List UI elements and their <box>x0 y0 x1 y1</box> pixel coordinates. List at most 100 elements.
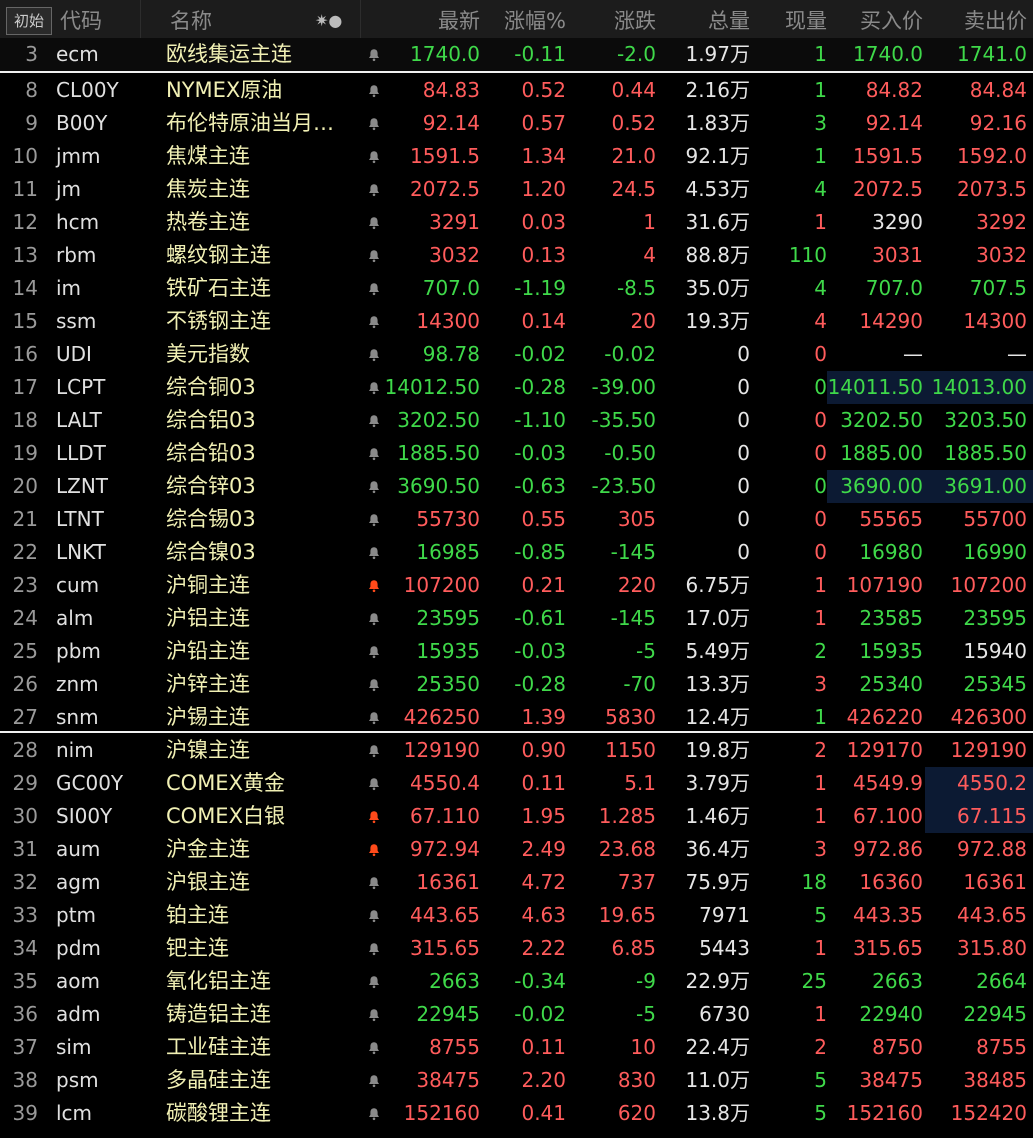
cell-last: 2072.5 <box>410 177 480 201</box>
table-row[interactable]: 26 znm 沪锌主连 25350 -0.28 -70 13.3万 3 25340 25345 <box>0 668 1033 701</box>
bell-icon[interactable] <box>366 866 382 899</box>
table-row[interactable]: 13 rbm 螺纹钢主连 3032 0.13 4 88.8万 110 3031 3032 <box>0 239 1033 272</box>
cell-vol: 3.79万 <box>685 771 750 795</box>
bell-icon[interactable] <box>366 437 382 470</box>
table-row[interactable]: 22 LNKT 综合镍03 16985 -0.85 -145 0 0 16980 16990 <box>0 536 1033 569</box>
col-header-last[interactable]: 最新 <box>380 0 480 40</box>
cell-name: 氧化铝主连 <box>166 969 271 993</box>
table-row[interactable]: 30 SI00Y COMEX白银 67.110 1.95 1.285 1.46万 1 67.10… <box>0 800 1033 833</box>
cell-idx: 23 <box>12 573 38 597</box>
bell-icon[interactable] <box>366 239 382 272</box>
table-row[interactable]: 24 alm 沪铝主连 23595 -0.61 -145 17.0万 1 23585 23595 <box>0 602 1033 635</box>
bell-icon[interactable] <box>366 536 382 569</box>
bell-icon[interactable] <box>366 734 382 767</box>
table-row[interactable]: 39 lcm 碳酸锂主连 152160 0.41 620 13.8万 5 152160 15242… <box>0 1097 1033 1130</box>
table-row[interactable]: 21 LTNT 综合锡03 55730 0.55 305 0 0 55565 55700 <box>0 503 1033 536</box>
cell-ask: 22945 <box>963 1002 1027 1026</box>
col-header-flag[interactable]: ✷● <box>315 0 342 40</box>
col-header-vol[interactable]: 总量 <box>656 0 750 40</box>
bell-icon[interactable] <box>366 602 382 635</box>
bell-icon[interactable] <box>366 701 382 734</box>
bell-icon[interactable] <box>366 965 382 998</box>
init-button[interactable]: 初始 <box>6 7 52 35</box>
cell-code: lcm <box>56 1101 93 1125</box>
bell-icon[interactable] <box>366 338 382 371</box>
cell-code: B00Y <box>56 111 108 135</box>
alert-bell-icon[interactable] <box>366 833 382 866</box>
bell-icon[interactable] <box>366 404 382 437</box>
bell-icon[interactable] <box>366 1031 382 1064</box>
table-row[interactable]: 15 ssm 不锈钢主连 14300 0.14 20 19.3万 4 14290 14300 <box>0 305 1033 338</box>
cell-idx: 11 <box>12 177 38 201</box>
bell-icon[interactable] <box>366 38 382 71</box>
table-row[interactable]: 37 sim 工业硅主连 8755 0.11 10 22.4万 2 8750 8755 <box>0 1031 1033 1064</box>
col-header-bid[interactable]: 买入价 <box>827 0 923 40</box>
table-row[interactable]: 20 LZNT 综合锌03 3690.50 -0.63 -23.50 0 0 3690.00 36… <box>0 470 1033 503</box>
bell-icon[interactable] <box>366 140 382 173</box>
alert-bell-icon[interactable] <box>366 569 382 602</box>
bell-icon[interactable] <box>366 998 382 1031</box>
cell-idx: 20 <box>12 474 38 498</box>
table-row[interactable]: 19 LLDT 综合铅03 1885.50 -0.03 -0.50 0 0 1885.00 188… <box>0 437 1033 470</box>
table-row[interactable]: 38 psm 多晶硅主连 38475 2.20 830 11.0万 5 38475 38485 <box>0 1064 1033 1097</box>
alert-bell-icon[interactable] <box>366 800 382 833</box>
column-divider[interactable] <box>140 0 141 40</box>
col-header-chg[interactable]: 涨跌 <box>566 0 656 40</box>
col-header-ask[interactable]: 卖出价 <box>923 0 1027 40</box>
table-row[interactable]: 17 LCPT 综合铜03 14012.50 -0.28 -39.00 0 0 14011.50… <box>0 371 1033 404</box>
bell-icon[interactable] <box>366 305 382 338</box>
table-row[interactable]: 25 pbm 沪铅主连 15935 -0.03 -5 5.49万 2 15935 15940 <box>0 635 1033 668</box>
table-row[interactable]: 33 ptm 铂主连 443.65 4.63 19.65 7971 5 443.35 443.65 <box>0 899 1033 932</box>
cell-ask: 426300 <box>950 705 1027 729</box>
table-row[interactable]: 10 jmm 焦煤主连 1591.5 1.34 21.0 92.1万 1 1591.5 1592.… <box>0 140 1033 173</box>
column-divider[interactable] <box>360 0 361 40</box>
table-row[interactable]: 28 nim 沪镍主连 129190 0.90 1150 19.8万 2 129170 12919… <box>0 734 1033 767</box>
table-row[interactable]: 29 GC00Y COMEX黄金 4550.4 0.11 5.1 3.79万 1 4549.9 4… <box>0 767 1033 800</box>
cell-bid: 4549.9 <box>853 771 923 795</box>
cell-ask: 3691.00 <box>944 474 1027 498</box>
bell-icon[interactable] <box>366 767 382 800</box>
table-row[interactable]: 23 cum 沪铜主连 107200 0.21 220 6.75万 1 107190 107200 <box>0 569 1033 602</box>
bell-icon[interactable] <box>366 206 382 239</box>
cell-ask: 3203.50 <box>944 408 1027 432</box>
bell-icon[interactable] <box>366 635 382 668</box>
col-header-curvol[interactable]: 现量 <box>750 0 827 40</box>
cell-code: pdm <box>56 936 101 960</box>
cell-idx: 10 <box>12 144 38 168</box>
table-row[interactable]: 32 agm 沪银主连 16361 4.72 737 75.9万 18 16360 16361 <box>0 866 1033 899</box>
table-row[interactable]: 16 UDI 美元指数 98.78 -0.02 -0.02 0 0 — — <box>0 338 1033 371</box>
col-header-code[interactable]: 代码 <box>60 0 102 40</box>
bell-icon[interactable] <box>366 173 382 206</box>
table-row[interactable]: 9 B00Y 布伦特原油当月… 92.14 0.57 0.52 1.83万 3 92.14 92.… <box>0 107 1033 140</box>
table-row[interactable]: 3 ecm 欧线集运主连 1740.0 -0.11 -2.0 1.97万 1 1740.0 174… <box>0 38 1033 72</box>
table-row[interactable]: 12 hcm 热卷主连 3291 0.03 1 31.6万 1 3290 3292 <box>0 206 1033 239</box>
col-header-pct[interactable]: 涨幅% <box>480 0 566 40</box>
table-row[interactable]: 18 LALT 综合铝03 3202.50 -1.10 -35.50 0 0 3202.50 32… <box>0 404 1033 437</box>
bell-icon[interactable] <box>366 932 382 965</box>
bell-icon[interactable] <box>366 74 382 107</box>
bell-icon[interactable] <box>366 668 382 701</box>
table-row[interactable]: 36 adm 铸造铝主连 22945 -0.02 -5 6730 1 22940 22945 <box>0 998 1033 1031</box>
bell-icon[interactable] <box>366 899 382 932</box>
bell-icon[interactable] <box>366 371 382 404</box>
table-row[interactable]: 34 pdm 钯主连 315.65 2.22 6.85 5443 1 315.65 315.80 <box>0 932 1033 965</box>
table-row[interactable]: 31 aum 沪金主连 972.94 2.49 23.68 36.4万 3 972.86 972.… <box>0 833 1033 866</box>
bell-icon[interactable] <box>366 272 382 305</box>
col-header-name[interactable]: 名称 <box>170 0 212 40</box>
cell-vol: 88.8万 <box>685 243 750 267</box>
cell-idx: 28 <box>12 738 38 762</box>
cell-last: 152160 <box>403 1101 480 1125</box>
bell-icon[interactable] <box>366 107 382 140</box>
cell-code: CL00Y <box>56 78 119 102</box>
bell-icon[interactable] <box>366 470 382 503</box>
table-row[interactable]: 14 im 铁矿石主连 707.0 -1.19 -8.5 35.0万 4 707.0 707.5 <box>0 272 1033 305</box>
table-row[interactable]: 27 snm 沪锡主连 426250 1.39 5830 12.4万 1 426220 42630… <box>0 701 1033 734</box>
bell-icon[interactable] <box>366 1097 382 1130</box>
table-row[interactable]: 8 CL00Y NYMEX原油 84.83 0.52 0.44 2.16万 1 84.82 84.… <box>0 74 1033 107</box>
bell-icon[interactable] <box>366 503 382 536</box>
bell-icon[interactable] <box>366 1064 382 1097</box>
table-row[interactable]: 35 aom 氧化铝主连 2663 -0.34 -9 22.9万 25 2663 2664 <box>0 965 1033 998</box>
table-row[interactable]: 11 jm 焦炭主连 2072.5 1.20 24.5 4.53万 4 2072.5 2073.5 <box>0 173 1033 206</box>
cell-ask: 92.16 <box>969 111 1027 135</box>
cell-ask: 4550.2 <box>957 771 1027 795</box>
